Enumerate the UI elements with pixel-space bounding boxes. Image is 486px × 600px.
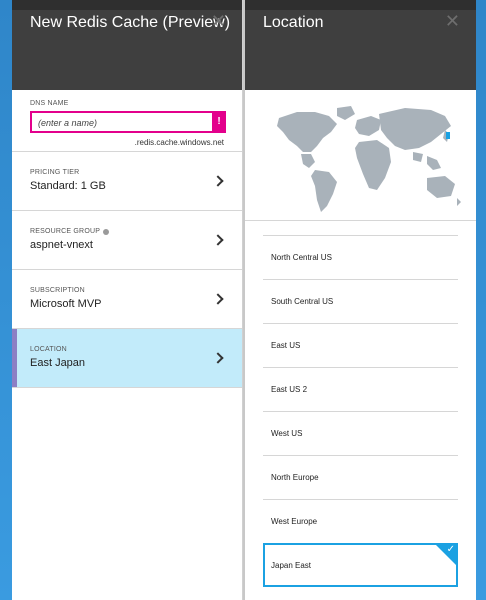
blade-header: New Redis Cache (Preview) ✕ [12, 0, 242, 90]
location-item-north-europe[interactable]: North Europe [263, 455, 458, 499]
dns-name-label: DNS NAME [30, 100, 69, 107]
location-item-japan-east[interactable]: Japan East ✓ [263, 543, 458, 587]
subscription-label: SUBSCRIPTION [30, 287, 85, 294]
world-map-icon [277, 106, 461, 212]
resource-group-label: RESOURCE GROUP [30, 228, 101, 235]
resource-group-label-wrap: RESOURCE GROUP [30, 228, 242, 235]
location-item-label: North Central US [271, 253, 332, 262]
location-item-label: West Europe [271, 517, 318, 526]
location-pin [446, 132, 450, 139]
location-item-east-us-2[interactable]: East US 2 [263, 367, 458, 411]
new-redis-cache-blade: New Redis Cache (Preview) ✕ DNS NAME ! .… [12, 0, 243, 600]
blade-title: Location [263, 14, 324, 31]
world-map [245, 90, 476, 221]
location-item-label: West US [271, 429, 303, 438]
subscription-value: Microsoft MVP [30, 298, 102, 310]
location-item-label: South Central US [271, 297, 334, 306]
blade-header: Location ✕ [245, 0, 476, 90]
location-blade: Location ✕ North Central US South Centra… [245, 0, 476, 600]
location-item-south-central-us[interactable]: South Central US [263, 279, 458, 323]
location-item-east-us[interactable]: East US [263, 323, 458, 367]
location-label: LOCATION [30, 346, 67, 353]
dns-name-input[interactable] [32, 114, 212, 132]
background-strip-right [476, 0, 486, 600]
location-item-west-europe[interactable]: West Europe [263, 499, 458, 543]
resource-group-row[interactable]: RESOURCE GROUP aspnet-vnext [12, 211, 242, 270]
close-icon[interactable]: ✕ [211, 11, 226, 32]
pricing-tier-label: PRICING TIER [30, 169, 80, 176]
subscription-row[interactable]: SUBSCRIPTION Microsoft MVP [12, 270, 242, 329]
location-item-label: East US [271, 341, 301, 350]
location-item-label: Japan East [271, 560, 312, 570]
pricing-tier-row[interactable]: PRICING TIER Standard: 1 GB [12, 152, 242, 211]
dns-suffix: .redis.cache.windows.net [134, 138, 224, 147]
location-item-label: East US 2 [271, 385, 308, 394]
location-item-north-central-us[interactable]: North Central US [263, 235, 458, 279]
location-row[interactable]: LOCATION East Japan [12, 329, 242, 388]
dns-name-field: DNS NAME ! .redis.cache.windows.net [12, 90, 242, 152]
checkmark-icon: ✓ [446, 544, 455, 555]
info-icon[interactable] [103, 228, 110, 235]
dns-input-container: ! [30, 111, 226, 133]
error-icon: ! [212, 111, 226, 133]
location-item-label: North Europe [271, 473, 319, 482]
blade-title: New Redis Cache (Preview) [30, 14, 231, 31]
header-top-line [12, 0, 242, 10]
close-icon[interactable]: ✕ [445, 11, 460, 32]
location-list: North Central US South Central US East U… [245, 221, 476, 587]
pricing-tier-value: Standard: 1 GB [30, 180, 106, 192]
location-item-west-us[interactable]: West US [263, 411, 458, 455]
location-value: East Japan [30, 357, 86, 369]
resource-group-value: aspnet-vnext [30, 239, 93, 251]
header-top-line [245, 0, 476, 10]
background-strip-left [0, 0, 12, 600]
